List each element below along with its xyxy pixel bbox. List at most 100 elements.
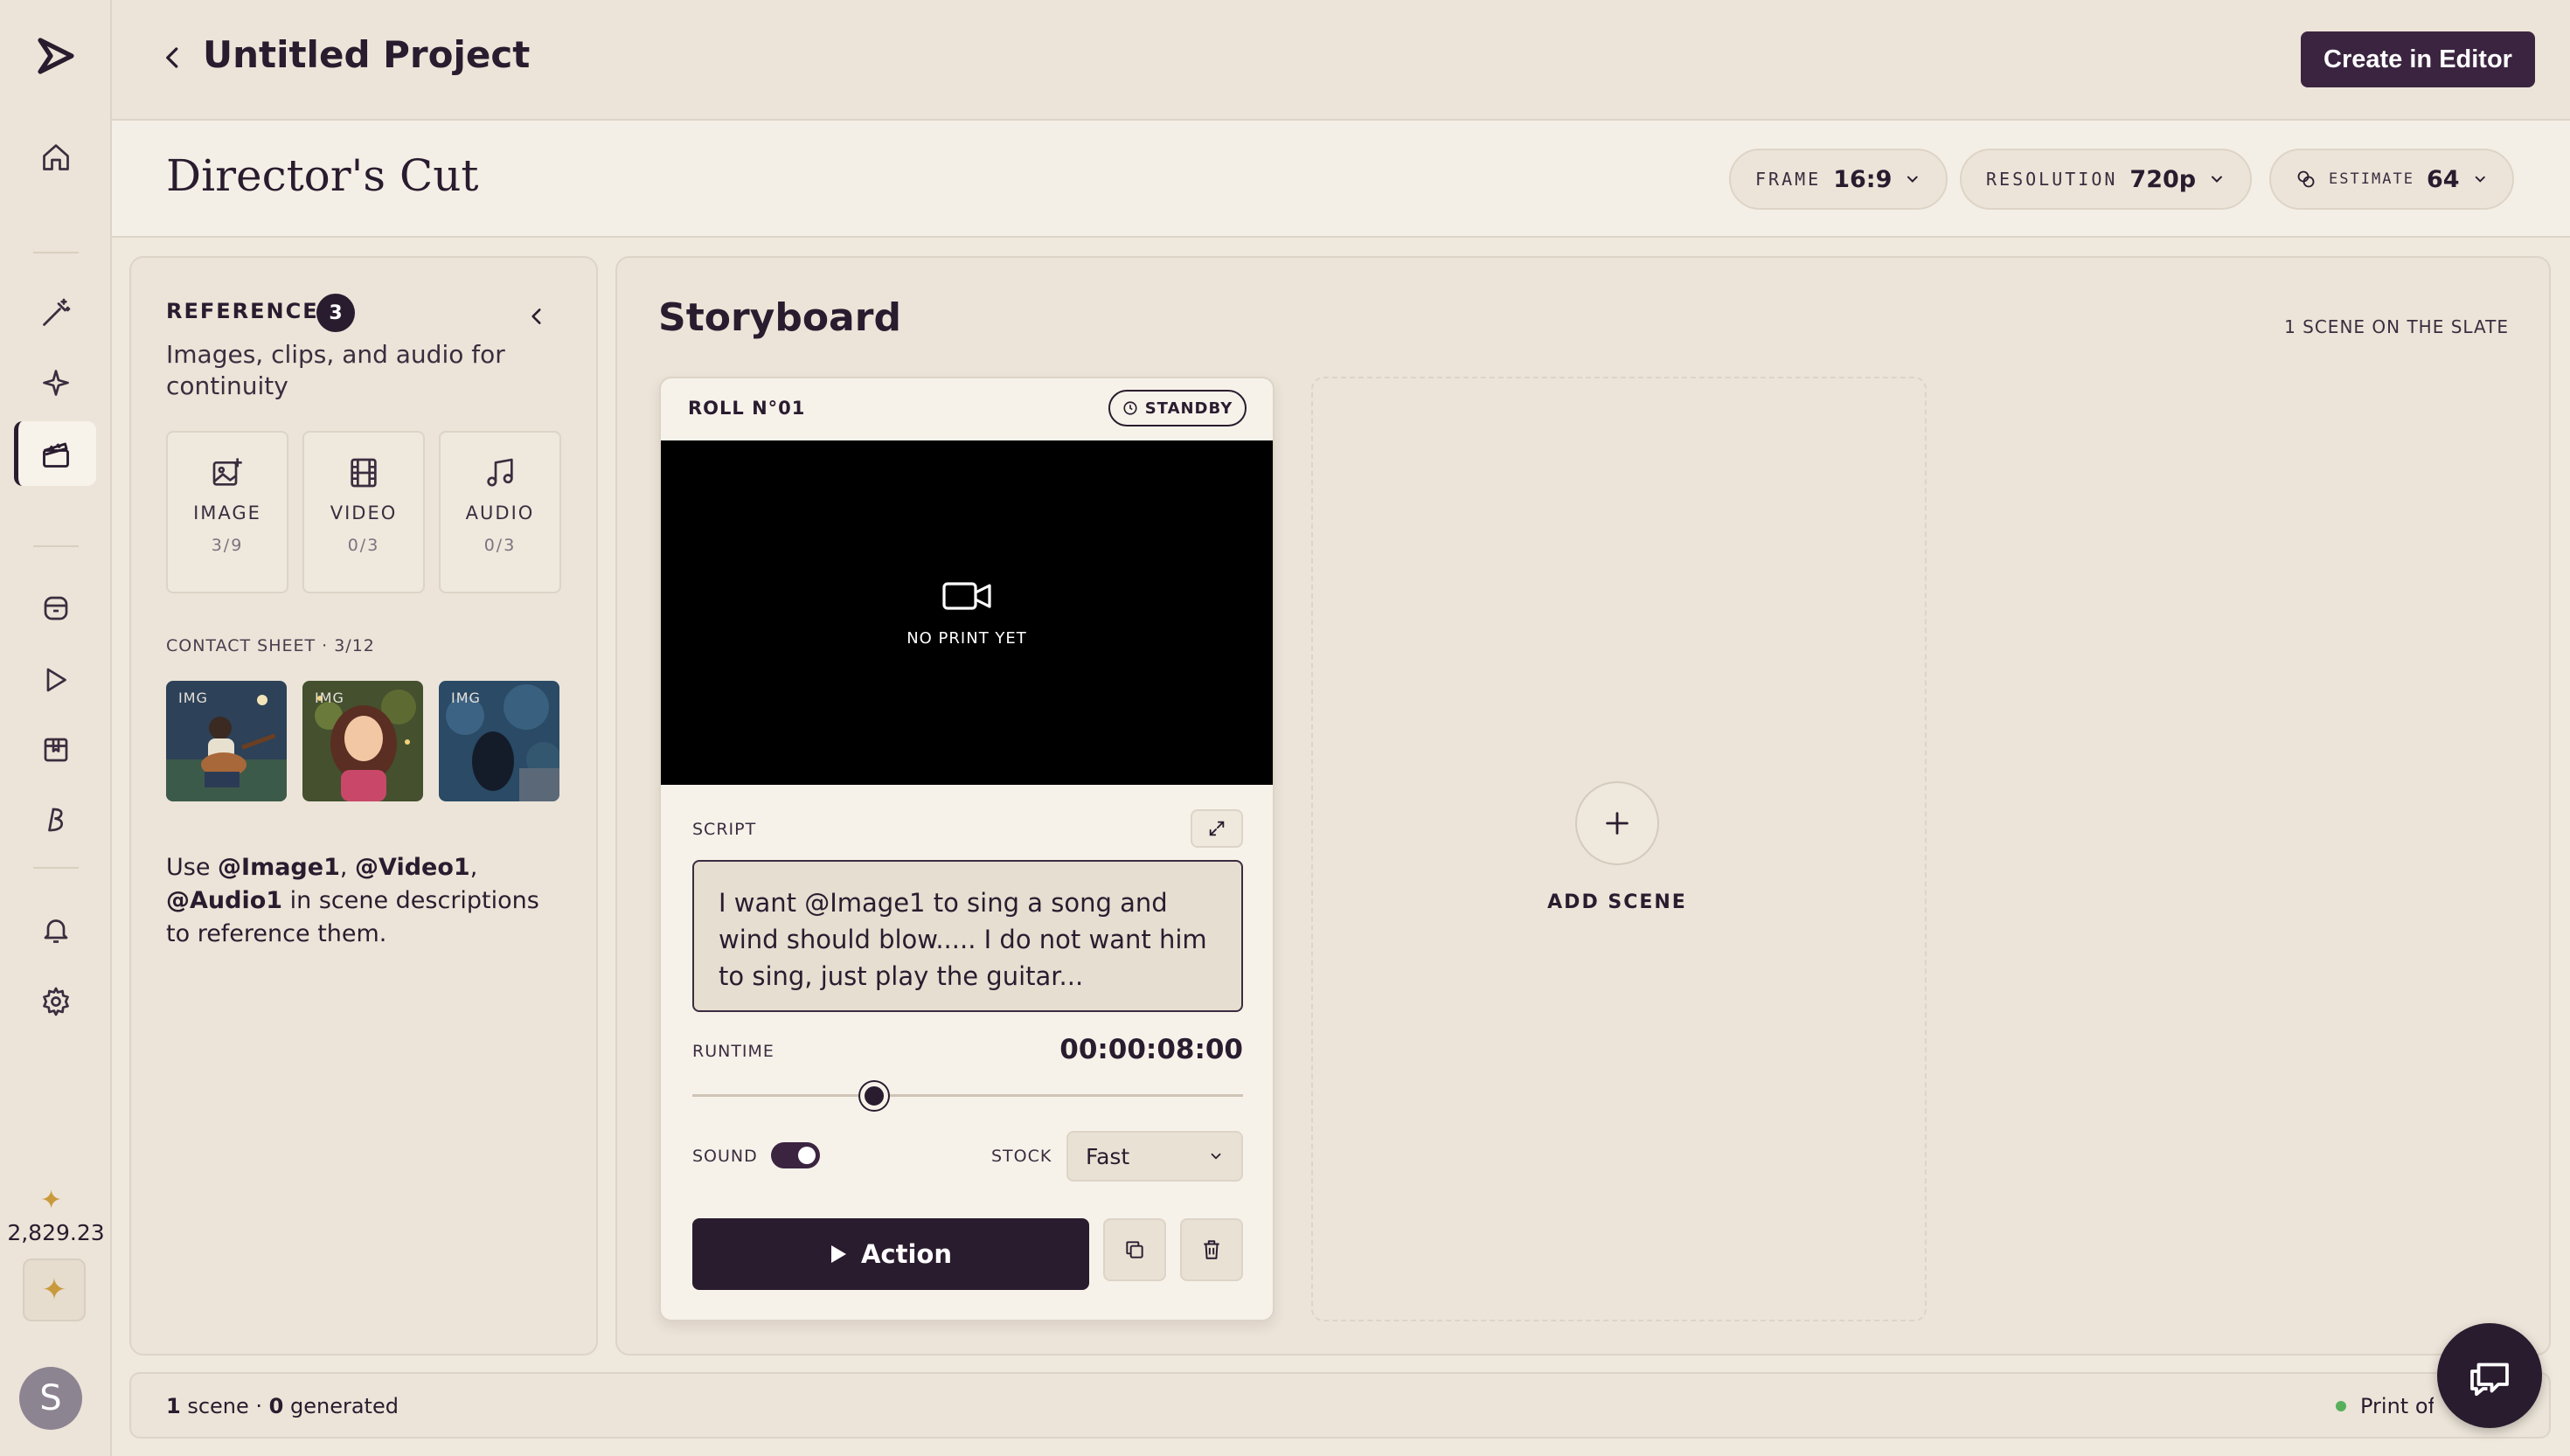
- resolution-value: 720p: [2129, 165, 2197, 193]
- sound-label: SOUND: [692, 1147, 758, 1166]
- references-title: REFERENCES: [166, 299, 336, 323]
- runtime-value: 00:00:08:00: [1059, 1034, 1243, 1065]
- image-add-icon: [212, 458, 242, 486]
- video-camera-icon: [942, 581, 991, 610]
- scene-count-label: 1 SCENE ON THE SLATE: [2284, 316, 2509, 337]
- brush-icon[interactable]: [35, 799, 77, 841]
- box-icon[interactable]: [35, 729, 77, 771]
- resolution-label: RESOLUTION: [1986, 169, 2118, 190]
- video-tag-token: @Video1: [355, 854, 470, 881]
- rail-divider: [33, 867, 79, 869]
- chevron-down-icon: [2475, 176, 2485, 183]
- runtime-slider-handle[interactable]: [859, 1082, 888, 1110]
- frame-dropdown[interactable]: FRAME 16:9: [1729, 149, 1948, 210]
- no-print-label: NO PRINT YET: [906, 628, 1027, 648]
- play-icon[interactable]: [35, 659, 77, 701]
- audio-reference-tile[interactable]: AUDIO 0/3: [439, 431, 561, 593]
- reference-thumbnail-night-sky[interactable]: IMG: [439, 681, 559, 801]
- collapse-references-button[interactable]: [519, 299, 554, 334]
- chevron-down-icon: [2212, 176, 2223, 183]
- credits-balance: 2,829.23: [7, 1220, 105, 1245]
- rail-divider: [33, 545, 79, 547]
- scene-preview: NO PRINT YET: [661, 440, 1273, 785]
- home-icon[interactable]: [35, 136, 77, 178]
- chat-icon: [2470, 1362, 2509, 1397]
- runtime-slider-track[interactable]: [692, 1094, 1243, 1097]
- coins-icon: [2297, 170, 2315, 188]
- add-scene-label: ADD SCENE: [1547, 891, 1687, 913]
- roll-number: ROLL N°01: [688, 398, 806, 419]
- reference-thumbnail-girl[interactable]: IMG: [302, 681, 423, 801]
- tile-count: 3/9: [211, 536, 244, 555]
- frame-value: 16:9: [1833, 165, 1893, 193]
- references-description: Images, clips, and audio for continuity: [166, 340, 505, 400]
- stock-select[interactable]: Fast: [1066, 1131, 1243, 1182]
- trash-icon: [1204, 1240, 1219, 1259]
- script-textarea[interactable]: I want @Image1 to sing a song and wind s…: [692, 860, 1243, 1012]
- references-panel: [129, 256, 598, 1355]
- bell-icon[interactable]: [35, 909, 77, 951]
- action-button[interactable]: Action: [692, 1218, 1089, 1290]
- tile-label: VIDEO: [330, 503, 398, 523]
- stock-value: Fast: [1086, 1143, 1130, 1169]
- image-tag-token: @Image1: [218, 854, 340, 881]
- image-reference-tile[interactable]: IMAGE 3/9: [166, 431, 288, 593]
- chevron-down-icon: [1907, 176, 1919, 183]
- video-reference-tile[interactable]: VIDEO 0/3: [302, 431, 425, 593]
- add-scene-button[interactable]: [1575, 781, 1659, 865]
- scene-summary: 1 scene · 0 generated: [166, 1394, 399, 1418]
- references-count-badge: 3: [316, 294, 355, 332]
- sparkle-icon[interactable]: [35, 362, 77, 404]
- chevron-left-icon: [531, 309, 541, 324]
- back-button[interactable]: [154, 38, 192, 77]
- credits-spark-icon: ✦: [40, 1185, 63, 1216]
- storyboard-title: Storyboard: [658, 295, 901, 340]
- tile-count: 0/3: [347, 536, 380, 555]
- archive-icon[interactable]: [35, 587, 77, 629]
- audio-tag-token: @Audio1: [166, 887, 283, 914]
- chevron-left-icon: [166, 47, 178, 68]
- plus-icon: [1606, 812, 1629, 835]
- page-title: Director's Cut: [166, 150, 479, 201]
- left-rail: ✦ 2,829.23 ✦ S: [0, 0, 112, 1456]
- magic-wand-icon[interactable]: [35, 292, 77, 334]
- chevron-down-icon: [1211, 1153, 1221, 1160]
- rail-divider: [33, 252, 79, 253]
- estimate-dropdown[interactable]: ESTIMATE 64: [2269, 149, 2514, 210]
- music-note-icon: [487, 458, 513, 487]
- status-footer: [129, 1372, 2551, 1439]
- reference-usage-hint: Use @Image1, @Video1, @Audio1 in scene d…: [166, 854, 539, 947]
- chat-support-button[interactable]: [2437, 1323, 2542, 1428]
- gear-icon[interactable]: [35, 981, 77, 1023]
- avatar[interactable]: S: [19, 1367, 82, 1430]
- status-badge: STANDBY: [1108, 390, 1247, 426]
- delete-scene-button[interactable]: [1180, 1218, 1243, 1281]
- spark-icon: ✦: [41, 1272, 67, 1307]
- sound-toggle[interactable]: [771, 1142, 820, 1168]
- script-label: SCRIPT: [692, 820, 757, 839]
- duplicate-scene-button[interactable]: [1103, 1218, 1166, 1281]
- estimate-label: ESTIMATE: [2329, 170, 2414, 188]
- status-text: Print of the: [2360, 1394, 2434, 1418]
- resolution-dropdown[interactable]: RESOLUTION 720p: [1960, 149, 2252, 210]
- copy-icon: [1126, 1241, 1143, 1258]
- expand-script-button[interactable]: [1191, 809, 1243, 848]
- estimate-value: 64: [2426, 165, 2460, 193]
- create-in-editor-button[interactable]: Create in Editor: [2301, 31, 2535, 87]
- thumb-tag: IMG: [451, 690, 481, 706]
- logo-icon[interactable]: [35, 35, 77, 77]
- get-credits-button[interactable]: ✦: [23, 1258, 86, 1321]
- project-title[interactable]: Untitled Project: [203, 33, 530, 76]
- clapperboard-icon[interactable]: [35, 433, 77, 475]
- tile-label: AUDIO: [465, 503, 535, 523]
- expand-icon: [1209, 821, 1225, 836]
- runtime-label: RUNTIME: [692, 1042, 774, 1061]
- tile-label: IMAGE: [193, 503, 261, 523]
- thumb-tag: IMG: [178, 690, 208, 706]
- status-dot: [2336, 1401, 2346, 1411]
- tile-count: 0/3: [483, 536, 517, 555]
- reference-thumbnail-guitarist[interactable]: IMG: [166, 681, 287, 801]
- clock-icon: [1123, 401, 1137, 415]
- contact-sheet-label: CONTACT SHEET · 3/12: [166, 636, 375, 655]
- toggle-knob: [798, 1147, 816, 1164]
